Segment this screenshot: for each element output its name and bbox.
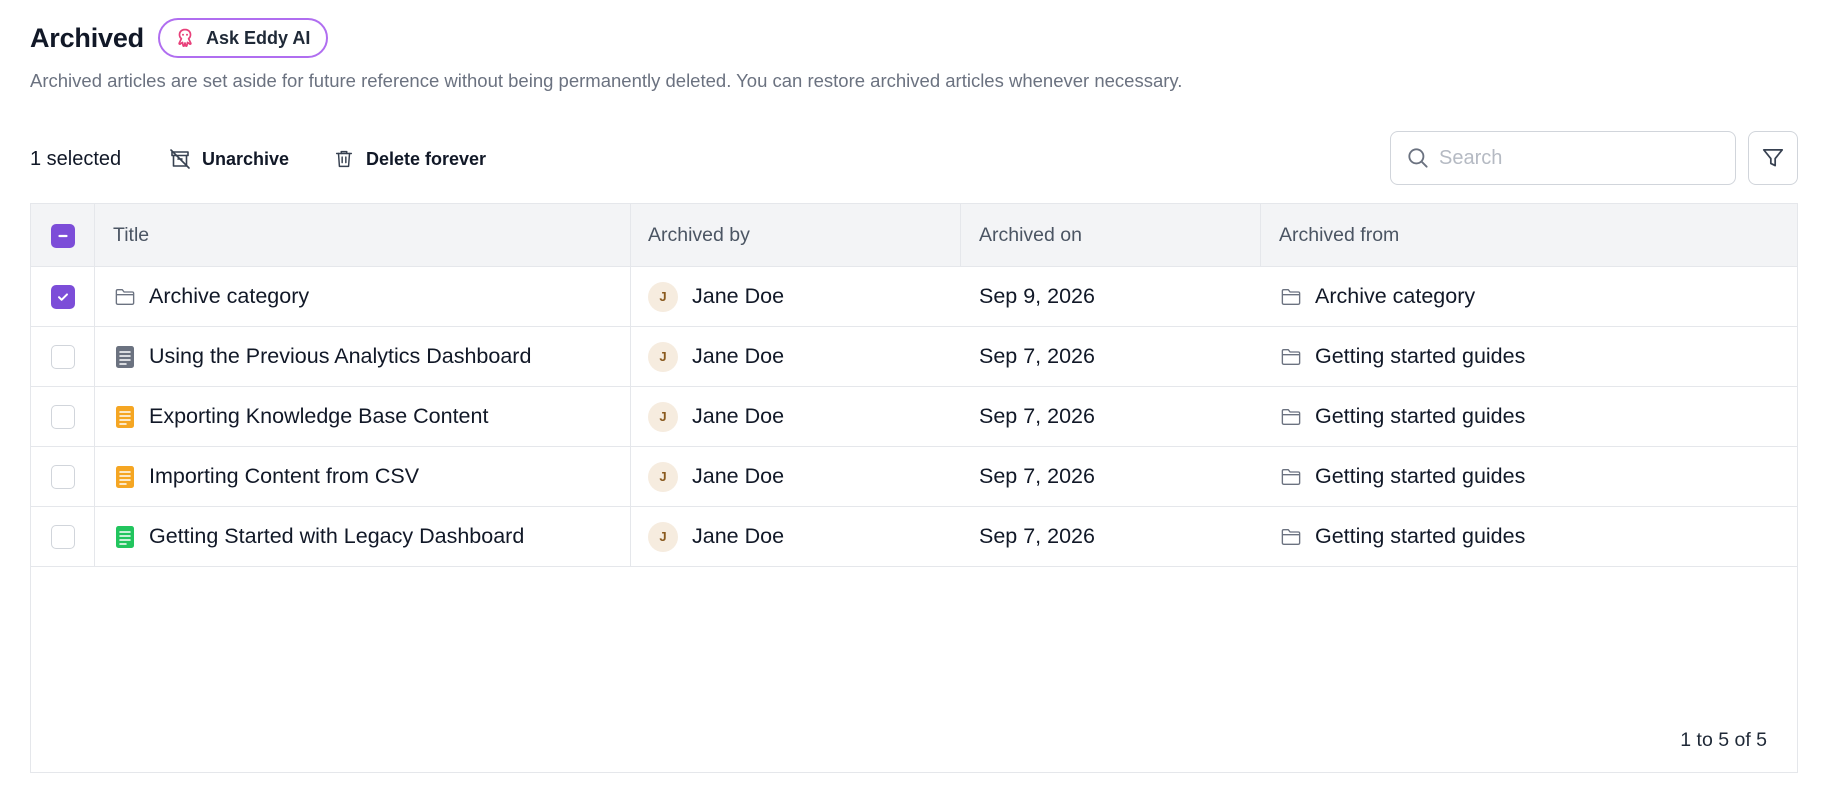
- title-cell: Importing Content from CSV: [95, 447, 631, 506]
- filter-icon: [1760, 145, 1786, 171]
- row-checkbox[interactable]: [50, 404, 75, 429]
- archived-from-label: Getting started guides: [1315, 524, 1526, 548]
- archived-table: Title Archived by Archived on Archived f…: [30, 203, 1798, 773]
- article-icon: [113, 405, 137, 429]
- archived-by-cell: J Jane Doe: [631, 327, 961, 386]
- title-cell: Using the Previous Analytics Dashboard: [95, 327, 631, 386]
- pagination-summary: 1 to 5 of 5: [1680, 729, 1767, 751]
- avatar: J: [648, 461, 678, 492]
- table-row[interactable]: Using the Previous Analytics Dashboard J J…: [31, 327, 1797, 387]
- row-checkbox[interactable]: [50, 284, 75, 309]
- folder-icon: [1279, 285, 1303, 309]
- article-title[interactable]: Archive category: [149, 284, 309, 309]
- toolbar: 1 selected Unarchive Delete forever: [30, 131, 1798, 187]
- octopus-icon: [174, 27, 196, 49]
- column-header-archived-on[interactable]: Archived on: [961, 204, 1261, 267]
- select-all-checkbox[interactable]: [50, 223, 75, 248]
- row-checkbox-cell: [31, 447, 95, 506]
- column-header-title[interactable]: Title: [95, 204, 631, 267]
- archived-from-cell: Getting started guides: [1261, 507, 1797, 566]
- folder-icon: [1279, 525, 1303, 549]
- archived-on-cell: Sep 9, 2026: [961, 267, 1261, 326]
- article-title[interactable]: Exporting Knowledge Base Content: [149, 404, 488, 429]
- folder-icon: [1279, 345, 1303, 369]
- article-title[interactable]: Using the Previous Analytics Dashboard: [149, 344, 531, 369]
- trash-icon: [332, 147, 356, 171]
- title-cell: Getting Started with Legacy Dashboard: [95, 507, 631, 566]
- archived-by-cell: J Jane Doe: [631, 387, 961, 446]
- delete-forever-label: Delete forever: [366, 148, 487, 169]
- archived-on-date: Sep 7, 2026: [979, 464, 1095, 488]
- row-checkbox[interactable]: [50, 344, 75, 369]
- archived-by-name: Jane Doe: [692, 344, 785, 368]
- table-header: Title Archived by Archived on Archived f…: [31, 204, 1797, 267]
- archived-on-cell: Sep 7, 2026: [961, 327, 1261, 386]
- archived-on-date: Sep 7, 2026: [979, 404, 1095, 428]
- table-row[interactable]: Importing Content from CSV J Jane Doe Sep 7…: [31, 447, 1797, 507]
- folder-icon: [1279, 465, 1303, 489]
- archived-from-label: Archive category: [1315, 284, 1476, 308]
- column-header-archived-from[interactable]: Archived from: [1261, 204, 1797, 267]
- folder-icon: [113, 285, 137, 309]
- archived-by-name: Jane Doe: [692, 284, 785, 308]
- search-input[interactable]: [1439, 146, 1719, 170]
- folder-icon: [1279, 405, 1303, 429]
- archived-by-name: Jane Doe: [692, 524, 785, 548]
- search-icon: [1405, 145, 1431, 171]
- archived-by-name: Jane Doe: [692, 464, 785, 488]
- unarchive-label: Unarchive: [202, 148, 290, 169]
- article-icon: [113, 345, 137, 369]
- column-header-archived-by[interactable]: Archived by: [631, 204, 961, 267]
- article-title[interactable]: Getting Started with Legacy Dashboard: [149, 524, 524, 549]
- avatar: J: [648, 521, 678, 552]
- ask-eddy-ai-button[interactable]: Ask Eddy AI: [157, 18, 329, 58]
- archived-from-cell: Archive category: [1261, 267, 1797, 326]
- row-checkbox-cell: [31, 327, 95, 386]
- avatar: J: [648, 401, 678, 432]
- table-row[interactable]: Getting Started with Legacy Dashboard J Ja…: [31, 507, 1797, 567]
- row-checkbox[interactable]: [50, 464, 75, 489]
- archived-on-date: Sep 9, 2026: [979, 284, 1095, 308]
- archived-from-label: Getting started guides: [1315, 404, 1526, 428]
- search-box[interactable]: [1390, 131, 1736, 185]
- archived-by-cell: J Jane Doe: [631, 507, 961, 566]
- page-title: Archived: [30, 22, 144, 53]
- title-cell: Archive category: [95, 267, 631, 326]
- archived-on-date: Sep 7, 2026: [979, 524, 1095, 548]
- row-checkbox-cell: [31, 507, 95, 566]
- article-icon: [113, 465, 137, 489]
- row-checkbox-cell: [31, 387, 95, 446]
- archived-by-cell: J Jane Doe: [631, 447, 961, 506]
- page-subtitle: Archived articles are set aside for futu…: [30, 70, 1183, 91]
- page-header: Archived Ask Eddy AI: [30, 18, 329, 58]
- archived-by-cell: J Jane Doe: [631, 267, 961, 326]
- selected-count: 1 selected: [30, 148, 122, 170]
- delete-forever-button[interactable]: Delete forever: [332, 145, 486, 173]
- title-cell: Exporting Knowledge Base Content: [95, 387, 631, 446]
- archived-from-label: Getting started guides: [1315, 344, 1526, 368]
- article-icon: [113, 525, 137, 549]
- ask-eddy-ai-label: Ask Eddy AI: [205, 27, 311, 48]
- avatar: J: [648, 341, 678, 372]
- archived-from-cell: Getting started guides: [1261, 327, 1797, 386]
- article-title[interactable]: Importing Content from CSV: [149, 464, 419, 489]
- row-checkbox[interactable]: [50, 524, 75, 549]
- unarchive-icon: [168, 147, 192, 171]
- row-checkbox-cell: [31, 267, 95, 326]
- unarchive-button[interactable]: Unarchive: [168, 145, 289, 173]
- filter-button[interactable]: [1748, 131, 1798, 185]
- archived-on-cell: Sep 7, 2026: [961, 447, 1261, 506]
- header-checkbox-cell: [31, 204, 95, 267]
- archived-on-date: Sep 7, 2026: [979, 344, 1095, 368]
- avatar: J: [648, 281, 678, 312]
- archived-from-cell: Getting started guides: [1261, 387, 1797, 446]
- archived-from-cell: Getting started guides: [1261, 447, 1797, 506]
- table-body: Archive category J Jane Doe Sep 9, 2026 Arch…: [31, 267, 1797, 567]
- archived-from-label: Getting started guides: [1315, 464, 1526, 488]
- archived-by-name: Jane Doe: [692, 404, 785, 428]
- archived-on-cell: Sep 7, 2026: [961, 387, 1261, 446]
- archived-on-cell: Sep 7, 2026: [961, 507, 1261, 566]
- table-row[interactable]: Archive category J Jane Doe Sep 9, 2026 Arch…: [31, 267, 1797, 327]
- table-row[interactable]: Exporting Knowledge Base Content J Jane Do…: [31, 387, 1797, 447]
